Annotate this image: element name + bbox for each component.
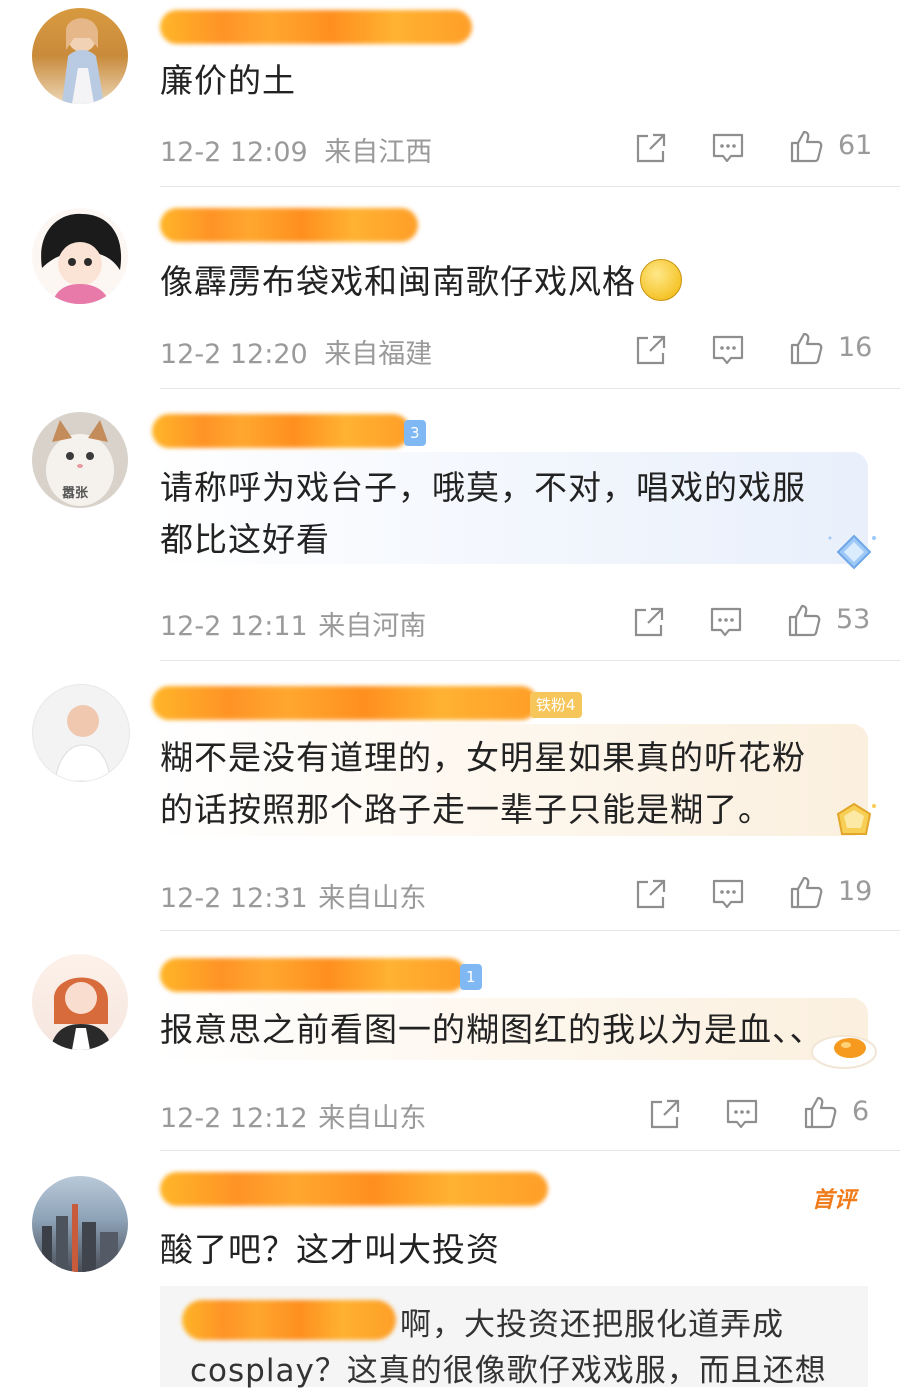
fan-level-badge: 1 xyxy=(460,964,482,990)
comment-item: 首评 酸了吧？这才叫大投资 啊，大投资还把服化道弄成 cosplay？这真的很像… xyxy=(0,1152,900,1389)
divider xyxy=(160,930,900,931)
comment-location: 来自山东 xyxy=(318,1103,427,1134)
username-redacted[interactable] xyxy=(152,686,538,720)
avatar-girl-image xyxy=(62,18,104,104)
thumbs-up-icon[interactable] xyxy=(802,1094,838,1130)
avatar[interactable] xyxy=(32,1176,128,1272)
avatar-anime-girl-image xyxy=(41,213,122,304)
avatar[interactable]: 嚣张 xyxy=(32,412,128,508)
thumbs-up-icon[interactable] xyxy=(788,330,824,366)
like-count: 19 xyxy=(838,876,873,907)
fan-level-badge: 铁粉4 xyxy=(530,692,582,718)
gold-gem-decoration-icon xyxy=(836,802,876,835)
comment-meta: 12-2 12:31 来自山东 xyxy=(160,876,426,915)
comment-item: 廉价的土 12-2 12:09 来自江西 61 xyxy=(0,0,900,190)
diamond-decoration-icon xyxy=(828,534,876,570)
comment-text-line: 都比这好看 xyxy=(160,520,330,559)
share-icon[interactable] xyxy=(633,876,669,912)
reply-text: 啊，大投资还把服化道弄成 cosplay？这真的很像歌仔戏戏服，而且还想 xyxy=(190,1302,827,1394)
comment-icon[interactable] xyxy=(710,130,746,166)
fried-egg-decoration-icon xyxy=(811,1035,877,1069)
thinking-emoji-icon xyxy=(640,259,682,301)
avatar-woman-image xyxy=(50,977,112,1050)
comment-time: 12-2 12:20 xyxy=(160,339,308,370)
like-count: 6 xyxy=(852,1096,870,1127)
comment-icon[interactable] xyxy=(708,604,744,640)
comment-time: 12-2 12:11 xyxy=(160,611,308,642)
reply-text-line: 啊，大投资还把服化道弄成 xyxy=(400,1307,784,1343)
divider xyxy=(160,660,900,661)
like-count: 16 xyxy=(838,332,873,363)
avatar-caption: 嚣张 xyxy=(62,486,89,501)
username-redacted[interactable] xyxy=(152,414,410,448)
comment-meta: 12-2 12:12 来自山东 xyxy=(160,1096,426,1135)
avatar-city-image xyxy=(42,1204,118,1272)
username-redacted[interactable] xyxy=(160,10,472,44)
comment-location: 来自江西 xyxy=(324,137,433,168)
share-icon[interactable] xyxy=(633,130,669,166)
avatar[interactable] xyxy=(32,684,130,782)
fan-level-badge: 3 xyxy=(404,420,426,446)
comment-text-line: 请称呼为戏台子，哦莫，不对，唱戏的戏服 xyxy=(160,468,806,507)
avatar[interactable] xyxy=(32,8,128,104)
comment-text-content: 像霹雳布袋戏和闽南歌仔戏风格 xyxy=(160,262,636,301)
comment-text: 报意思之前看图一的糊图红的我以为是血、、 xyxy=(160,1010,824,1049)
comment-location: 来自山东 xyxy=(318,883,427,914)
comment-item: 铁粉4 糊不是没有道理的，女明星如果真的听花粉 的话按照那个路子走一辈子只能是糊… xyxy=(0,662,900,932)
avatar[interactable] xyxy=(32,208,128,304)
thumbs-up-icon[interactable] xyxy=(786,602,822,638)
username-redacted[interactable] xyxy=(160,208,418,242)
comment-item: 1 报意思之前看图一的糊图红的我以为是血、、 12-2 12:12 来自山东 6 xyxy=(0,932,900,1152)
like-count: 61 xyxy=(838,130,873,161)
username-redacted[interactable] xyxy=(160,958,466,992)
comment-icon[interactable] xyxy=(724,1096,760,1132)
divider xyxy=(160,186,900,187)
comment-text: 酸了吧？这才叫大投资 xyxy=(160,1230,500,1269)
comment-time: 12-2 12:12 xyxy=(160,1103,308,1134)
share-icon[interactable] xyxy=(647,1096,683,1132)
username-redacted[interactable] xyxy=(160,1172,548,1206)
avatar[interactable] xyxy=(32,954,128,1050)
reply-text-line: cosplay？这真的很像歌仔戏戏服，而且还想 xyxy=(190,1353,827,1389)
first-comment-tag: 首评 xyxy=(812,1188,857,1213)
avatar-person-image xyxy=(54,705,112,781)
comment-location: 来自福建 xyxy=(324,339,433,370)
divider xyxy=(160,1150,900,1151)
comment-item: 嚣张 3 请称呼为戏台子，哦莫，不对，唱戏的戏服 都比这好看 12-2 12:1… xyxy=(0,390,900,662)
comment-text: 请称呼为戏台子，哦莫，不对，唱戏的戏服 都比这好看 xyxy=(160,462,806,566)
like-count: 53 xyxy=(836,604,871,635)
comment-text: 糊不是没有道理的，女明星如果真的听花粉 的话按照那个路子走一辈子只能是糊了。 xyxy=(160,732,806,836)
comment-text: 廉价的土 xyxy=(160,61,296,100)
comment-text: 像霹雳布袋戏和闽南歌仔戏风格 xyxy=(160,256,682,308)
comment-meta: 12-2 12:11 来自河南 xyxy=(160,604,426,643)
comment-location: 来自河南 xyxy=(318,611,427,642)
comment-time: 12-2 12:31 xyxy=(160,883,308,914)
share-icon[interactable] xyxy=(633,332,669,368)
comment-icon[interactable] xyxy=(710,332,746,368)
comment-meta: 12-2 12:09 来自江西 xyxy=(160,130,432,169)
thumbs-up-icon[interactable] xyxy=(788,128,824,164)
divider xyxy=(160,388,900,389)
comment-text-line: 的话按照那个路子走一辈子只能是糊了。 xyxy=(160,790,772,829)
comment-icon[interactable] xyxy=(710,876,746,912)
comment-text-line: 糊不是没有道理的，女明星如果真的听花粉 xyxy=(160,738,806,777)
comment-item: 像霹雳布袋戏和闽南歌仔戏风格 12-2 12:20 来自福建 16 xyxy=(0,190,900,390)
comment-meta: 12-2 12:20 来自福建 xyxy=(160,332,432,371)
thumbs-up-icon[interactable] xyxy=(788,874,824,910)
comment-time: 12-2 12:09 xyxy=(160,137,308,168)
share-icon[interactable] xyxy=(631,604,667,640)
